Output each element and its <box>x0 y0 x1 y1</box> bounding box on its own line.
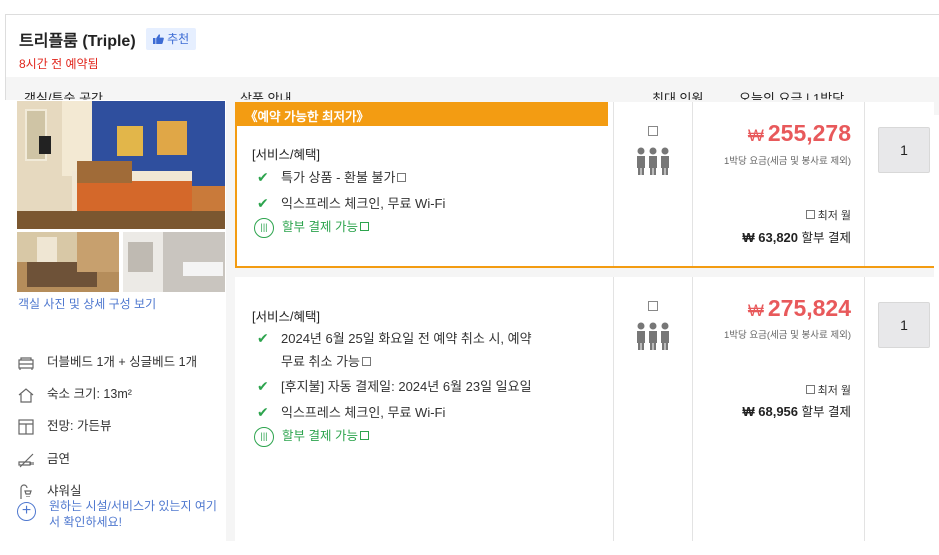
divider <box>692 277 693 541</box>
installment-icon: ||| <box>254 426 274 447</box>
find-facilities-text: 원하는 시설/서비스가 있는지 여기서 확인하세요! <box>49 499 217 529</box>
three-guests-icon <box>637 147 669 175</box>
offer-1-bottom-border <box>235 266 934 268</box>
offer-row-1: 《예약 가능한 최저가》 [서비스/혜택] ✔ 특가 상품 - 환불 불가 ✔ 익스… <box>235 102 934 268</box>
offer-2-installment-text: 할부 결제 가능 <box>282 429 358 443</box>
feature-view-label: 전망: 가든뷰 <box>47 419 112 433</box>
offer-2-item-2: ✔ [후지불] 자동 결제일: 2024년 6월 23일 일요일 <box>257 376 532 395</box>
external-link-icon <box>805 210 815 219</box>
room-photo-image <box>17 101 225 229</box>
offer-1-monthly-label: 최저 월 <box>817 210 851 222</box>
external-link-icon <box>805 385 815 394</box>
offer-1-installment-price: ₩ 63,820 할부 결제 <box>742 227 851 246</box>
offer-1-price-amount: 255,278 <box>767 120 851 146</box>
room-photo-thumb-2-image <box>123 232 225 292</box>
plus-circle-icon: + <box>17 502 36 521</box>
offer-1-room-quantity[interactable]: 1 <box>878 127 930 173</box>
feature-shower-label: 샤워실 <box>47 484 82 498</box>
offer-2-price-amount: 275,824 <box>767 295 851 321</box>
offer-1-item-2: ✔ 익스프레스 체크인, 무료 Wi-Fi <box>257 193 445 212</box>
offer-1-monthly[interactable]: 최저 월 <box>804 207 851 223</box>
house-icon <box>18 387 34 403</box>
room-header: 트리플룸 (Triple) 추천 8시간 전 예약됨 <box>19 27 197 72</box>
check-icon: ✔ <box>257 195 269 211</box>
offer-2-installment-link[interactable]: ||| 할부 결제 가능 <box>254 425 369 447</box>
feature-bed: 더블베드 1개 + 싱글베드 1개 <box>17 351 197 372</box>
offer-2-installment-amount: ₩ 68,956 <box>742 404 799 419</box>
feature-bed-label: 더블베드 1개 + 싱글베드 1개 <box>47 355 198 369</box>
bed-icon <box>18 357 34 370</box>
offer-2-price: ₩275,824 <box>748 295 851 322</box>
feature-nonsmoking-label: 금연 <box>47 452 71 466</box>
room-photo-thumb-1[interactable] <box>17 232 119 292</box>
three-guests-icon <box>637 322 669 350</box>
thumbs-up-icon <box>153 34 164 44</box>
window-icon <box>18 419 34 435</box>
shower-icon <box>20 484 32 499</box>
divider <box>613 102 614 268</box>
offer-1-installment-text: 할부 결제 가능 <box>282 220 358 234</box>
booked-note: 8시간 전 예약됨 <box>19 57 99 71</box>
no-smoking-icon <box>18 453 34 468</box>
offer-2-services-title: [서비스/혜택] <box>252 310 320 324</box>
check-icon: ✔ <box>257 404 269 420</box>
offer-1-item-2-text: 익스프레스 체크인, 무료 Wi-Fi <box>281 196 446 211</box>
offer-2-room-quantity[interactable]: 1 <box>878 302 930 348</box>
external-link-icon <box>397 173 407 182</box>
divider <box>864 102 865 268</box>
feature-size: 숙소 크기: 13m² <box>17 383 132 404</box>
feature-view: 전망: 가든뷰 <box>17 415 111 436</box>
offer-1-services-title: [서비스/혜택] <box>252 148 320 162</box>
offer-2-monthly-label: 최저 월 <box>817 385 851 397</box>
currency-symbol: ₩ <box>747 126 764 145</box>
offer-1-item-1-text: 특가 상품 - 환불 불가 <box>281 170 396 185</box>
feature-size-label: 숙소 크기: 13m² <box>47 387 132 401</box>
divider <box>864 277 865 541</box>
divider <box>692 102 693 268</box>
room-title: 트리플룸 (Triple) <box>19 33 136 50</box>
external-link-icon <box>359 431 369 440</box>
offer-2-item-2-text: [후지불] 자동 결제일: 2024년 6월 23일 일요일 <box>281 379 532 394</box>
feature-nonsmoking: 금연 <box>17 448 70 469</box>
photo-details-link[interactable]: 객실 사진 및 상세 구성 보기 <box>18 295 156 312</box>
room-photo-thumb-2[interactable] <box>123 232 225 292</box>
guest-info-icon[interactable] <box>648 301 658 311</box>
offer-1-price: ₩255,278 <box>748 120 851 147</box>
offer-1-item-1[interactable]: ✔ 특가 상품 - 환불 불가 <box>257 167 407 186</box>
recommend-badge: 추천 <box>146 28 197 50</box>
offer-2-per-night: 1박당 요금(세금 및 봉사료 제외) <box>723 330 851 341</box>
offer-2-item-3: ✔ 익스프레스 체크인, 무료 Wi-Fi <box>257 402 445 421</box>
external-link-icon <box>361 357 371 366</box>
offer-row-2: [서비스/혜택] ✔ 2024년 6월 25일 화요일 전 예약 취소 시, 예약… <box>235 277 934 541</box>
offer-1-installment-link[interactable]: ||| 할부 결제 가능 <box>254 216 369 238</box>
guest-info-icon[interactable] <box>648 126 658 136</box>
recommend-label: 추천 <box>167 32 190 46</box>
offer-2-item-1: ✔ 2024년 6월 25일 화요일 전 예약 취소 시, 예약 <box>257 328 532 347</box>
offer-2-item-1b-text: 무료 취소 가능 <box>281 354 360 369</box>
installment-icon: ||| <box>254 217 274 238</box>
check-icon: ✔ <box>257 169 269 185</box>
currency-symbol: ₩ <box>747 301 764 320</box>
offer-2-item-3-text: 익스프레스 체크인, 무료 Wi-Fi <box>281 405 446 420</box>
offer-1-installment-amount: ₩ 63,820 <box>742 230 799 245</box>
divider <box>613 277 614 541</box>
offer-1-installment-suffix: 할부 결제 <box>801 231 851 245</box>
external-link-icon <box>359 222 369 231</box>
offer-2-installment-suffix: 할부 결제 <box>801 405 851 419</box>
room-photo-thumb-1-image <box>17 232 119 292</box>
offer-2-monthly[interactable]: 최저 월 <box>804 382 851 398</box>
room-photo-main[interactable] <box>17 101 225 229</box>
offer-2-item-1b[interactable]: 무료 취소 가능 <box>281 351 371 370</box>
lowest-price-ribbon: 《예약 가능한 최저가》 <box>235 102 608 126</box>
offer-1-per-night: 1박당 요금(세금 및 봉사료 제외) <box>723 156 851 167</box>
check-icon: ✔ <box>257 330 269 346</box>
check-icon: ✔ <box>257 378 269 394</box>
offer-2-installment-price: ₩ 68,956 할부 결제 <box>742 401 851 420</box>
offer-2-item-1-text: 2024년 6월 25일 화요일 전 예약 취소 시, 예약 <box>281 331 532 346</box>
